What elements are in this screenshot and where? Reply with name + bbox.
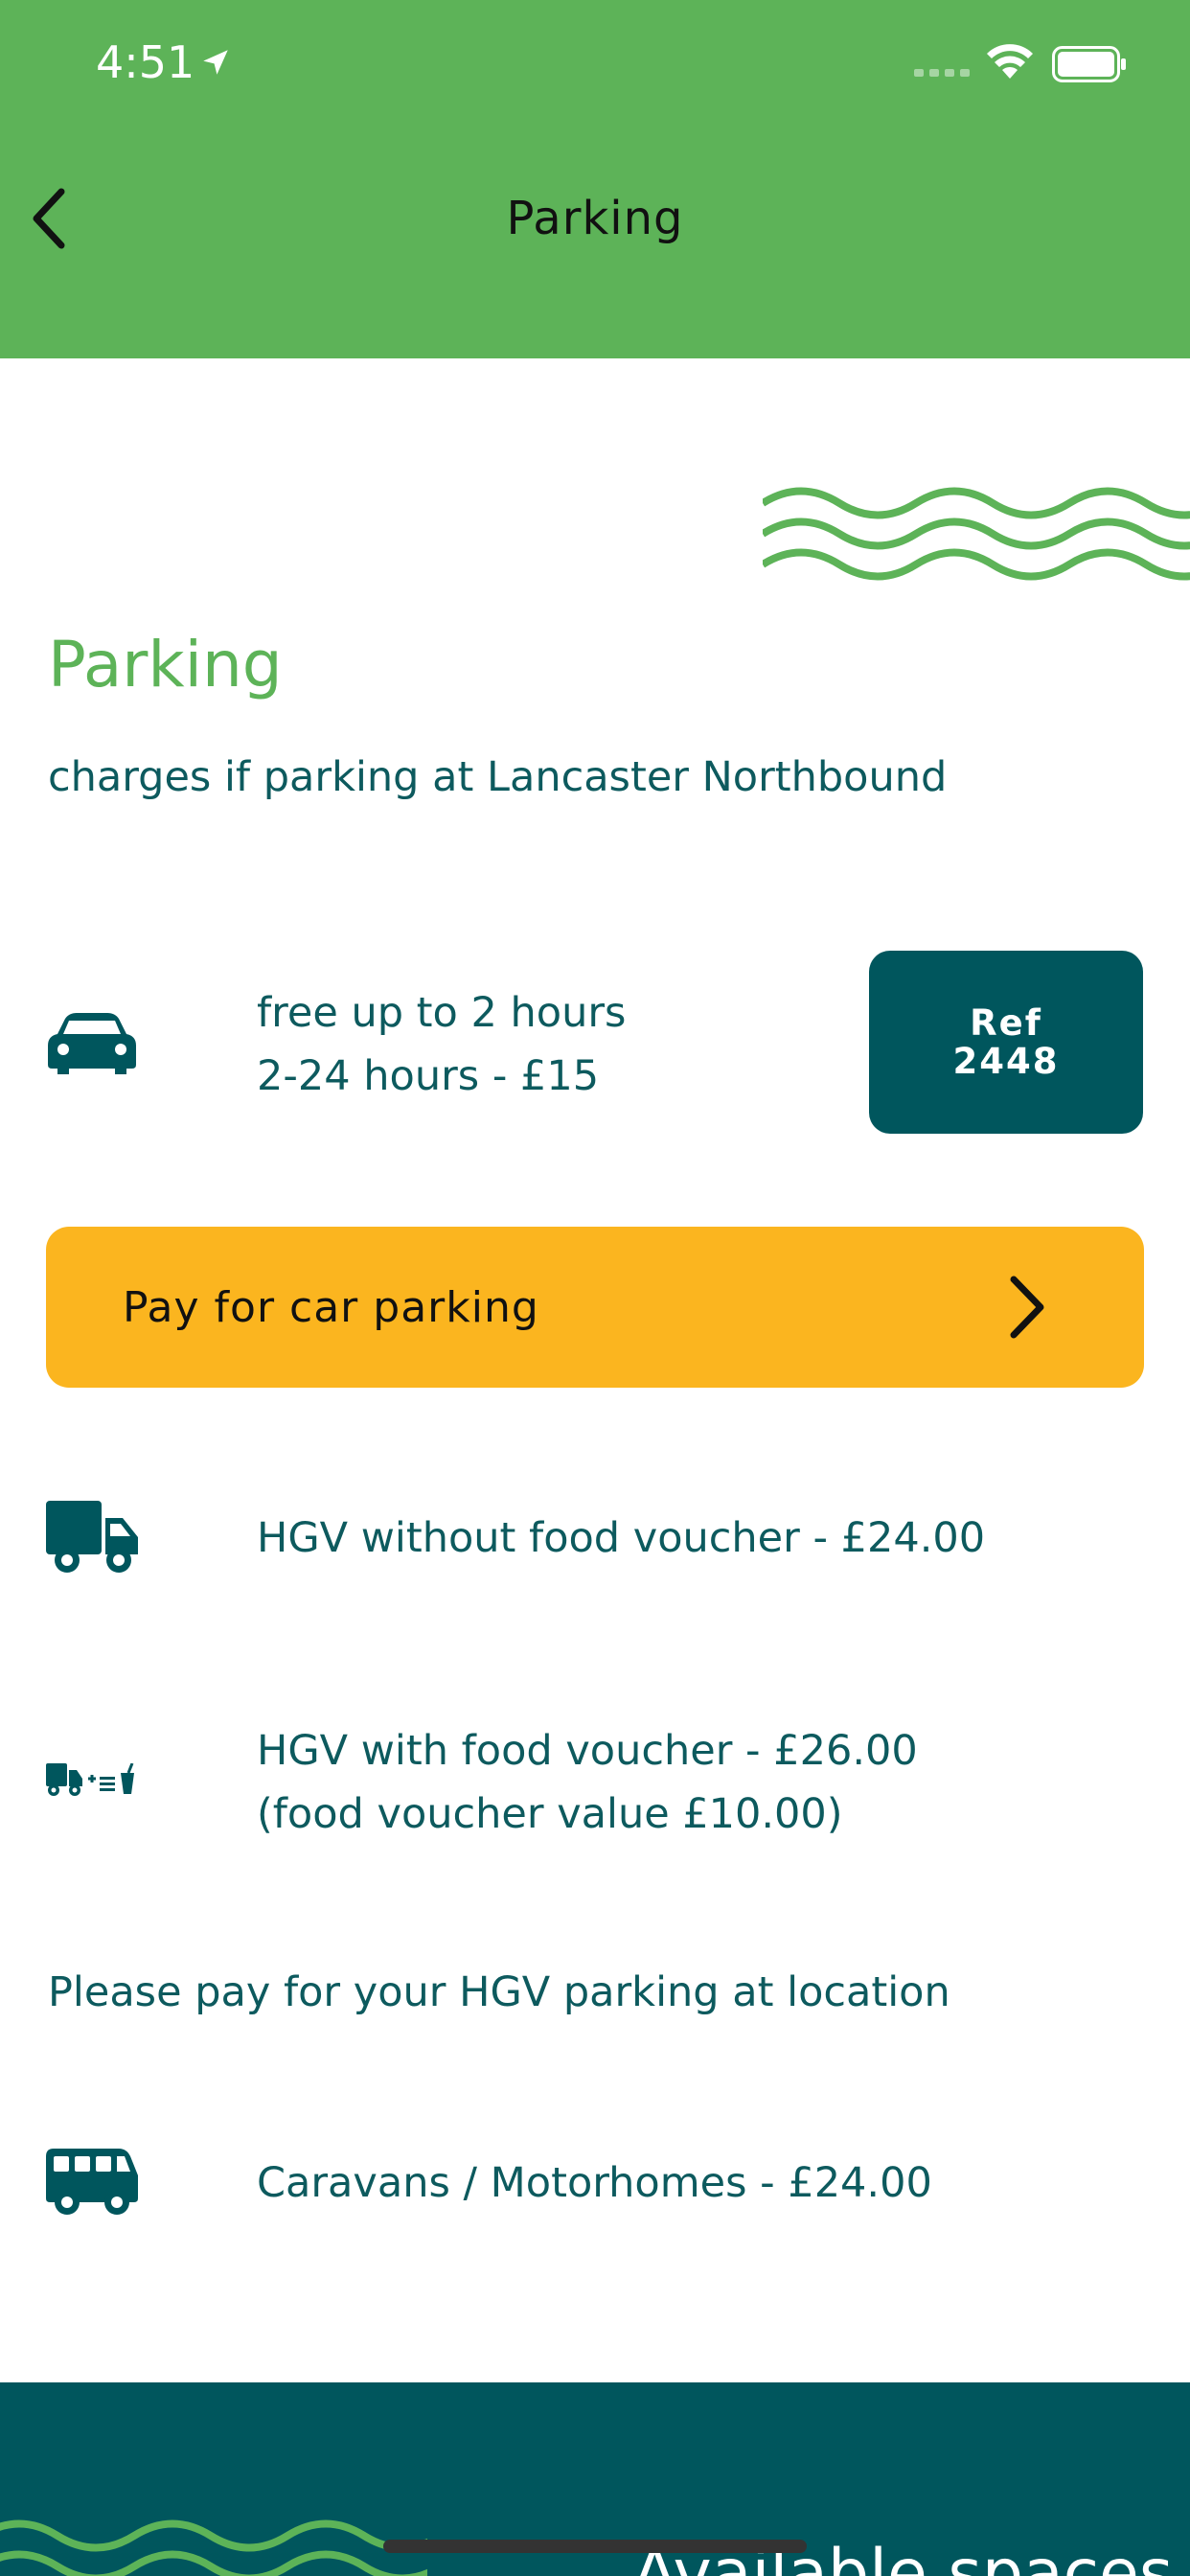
car-pricing-line2: 2-24 hours - £15: [257, 1052, 600, 1100]
chevron-right-icon: [1010, 1276, 1044, 1339]
ref-label: Ref: [970, 1001, 1042, 1044]
truck-food-icon: [46, 1763, 134, 1796]
wave-decoration-bottom: [0, 2519, 427, 2576]
ref-number: 2448: [952, 1040, 1060, 1082]
header-bar: 4:51 Parking: [0, 0, 1190, 358]
wave-decoration: [763, 487, 1190, 581]
hgv-payment-note: Please pay for your HGV parking at locat…: [48, 1968, 950, 2016]
pay-button-label: Pay for car parking: [123, 1282, 539, 1332]
section-subtitle: charges if parking at Lancaster Northbou…: [48, 753, 948, 801]
section-title: Parking: [48, 628, 283, 702]
battery-icon: [1052, 46, 1126, 82]
hgv-food-line1: HGV with food voucher - £26.00: [257, 1727, 918, 1775]
caravan-price: Caravans / Motorhomes - £24.00: [257, 2159, 932, 2207]
parking-screen: 4:51 Parking Parking charges if parking …: [0, 0, 1190, 2576]
car-pricing: free up to 2 hours 2-24 hours - £15: [257, 981, 626, 1108]
location-arrow-icon: [203, 50, 228, 75]
campervan-icon: [46, 2149, 138, 2215]
hgv-food-price: HGV with food voucher - £26.00 (food vou…: [257, 1719, 918, 1846]
hgv-no-food-price: HGV without food voucher - £24.00: [257, 1514, 986, 1562]
truck-icon: [46, 1501, 138, 1573]
hgv-food-line2: (food voucher value £10.00): [257, 1790, 843, 1838]
car-pricing-line1: free up to 2 hours: [257, 989, 627, 1037]
wifi-icon: [987, 44, 1033, 79]
nav-title: Parking: [506, 192, 684, 245]
car-icon: [48, 1013, 136, 1074]
cellular-signal-icon: [914, 69, 970, 77]
ref-badge: Ref 2448: [869, 951, 1143, 1134]
pay-car-parking-button[interactable]: Pay for car parking: [46, 1227, 1144, 1388]
home-indicator[interactable]: [383, 2540, 807, 2553]
status-time: 4:51: [96, 36, 195, 88]
